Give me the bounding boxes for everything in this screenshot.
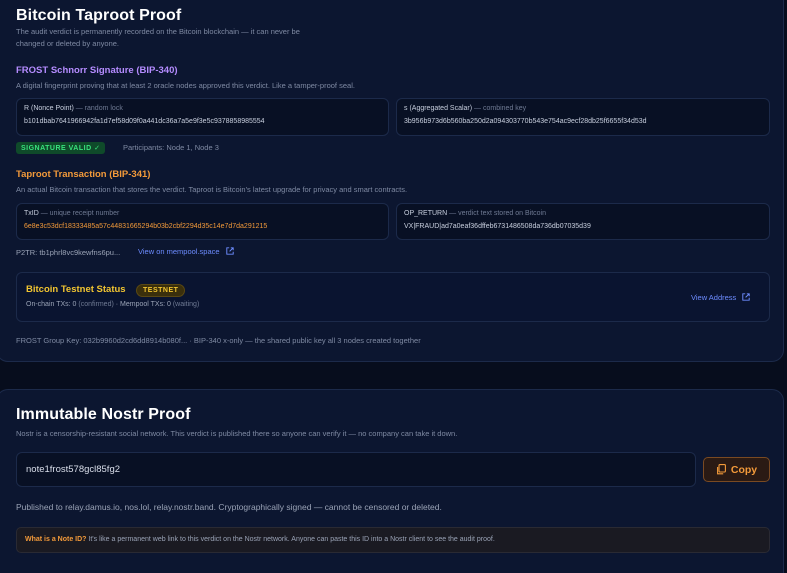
mempool-link[interactable]: View on mempool.space [138,247,234,256]
taproot-section-title: Taproot Transaction (BIP-341) [16,169,151,180]
frost-section-desc: A digital fingerprint proving that at le… [16,81,355,90]
copy-icon [716,464,726,475]
nonce-point-value: b101dbab7641966942fa1d7ef58d09f0a441dc36… [24,118,265,125]
testnet-status-panel: Bitcoin Testnet Status TESTNET On-chain … [16,272,770,322]
note-id-field[interactable]: note1frost578gcl85fg2 [16,452,696,487]
frost-section-title: FROST Schnorr Signature (BIP-340) [16,65,178,76]
bitcoin-proof-subtitle: The audit verdict is permanently recorde… [16,27,300,48]
op-return-value: VX|FRAUD|ad7a0eaf36dffeb6731486508da736d… [404,223,591,230]
published-relays-text: Published to relay.damus.io, nos.lol, re… [16,502,442,512]
aggregated-scalar-label: s (Aggregated Scalar) — combined key [404,105,527,112]
txid-box: TxID — unique receipt number 6e8e3c53dcf… [16,203,389,240]
copy-button[interactable]: Copy [703,457,770,482]
view-address-link[interactable]: View Address [691,293,751,302]
frost-group-key: FROST Group Key: 032b9960d2cd6dd8914b080… [16,336,421,345]
nostr-proof-title: Immutable Nostr Proof [16,406,191,423]
nostr-proof-desc: Nostr is a censorship-resistant social n… [16,429,458,438]
note-id-info-box: What is a Note ID? It's like a permanent… [16,527,770,553]
testnet-badge: TESTNET [136,284,186,297]
external-link-icon [742,293,751,301]
note-id-value: note1frost578gcl85fg2 [26,464,121,475]
txid-label: TxID — unique receipt number [24,210,120,217]
external-link-icon [225,247,234,255]
taproot-section-desc: An actual Bitcoin transaction that store… [16,185,408,194]
signature-valid-badge: SIGNATURE VALID ✓ [16,142,106,154]
op-return-label: OP_RETURN — verdict text stored on Bitco… [404,210,547,217]
testnet-status-title: Bitcoin Testnet Status [26,284,126,295]
txid-value[interactable]: 6e8e3c53dcf18333485a57c44831665294b03b2c… [24,223,267,230]
tx-counts: On-chain TXs: 0 (confirmed) · Mempool TX… [26,301,200,308]
nonce-point-box: R (Nonce Point) — random lock b101dbab76… [16,98,389,136]
op-return-box: OP_RETURN — verdict text stored on Bitco… [396,203,770,240]
participants-text: Participants: Node 1, Node 3 [123,143,219,152]
note-id-info-lead: What is a Note ID? [25,536,87,543]
p2tr-address: P2TR: tb1phrl8vc9kewfns6pu... [16,248,121,257]
aggregated-scalar-value: 3b956b973d6b560ba250d2a094303770b543e754… [404,118,647,125]
aggregated-scalar-box: s (Aggregated Scalar) — combined key 3b9… [396,98,770,136]
note-id-info-text: It's like a permanent web link to this v… [86,536,495,543]
bitcoin-proof-title: Bitcoin Taproot Proof [16,7,182,24]
nonce-point-label: R (Nonce Point) — random lock [24,105,123,112]
